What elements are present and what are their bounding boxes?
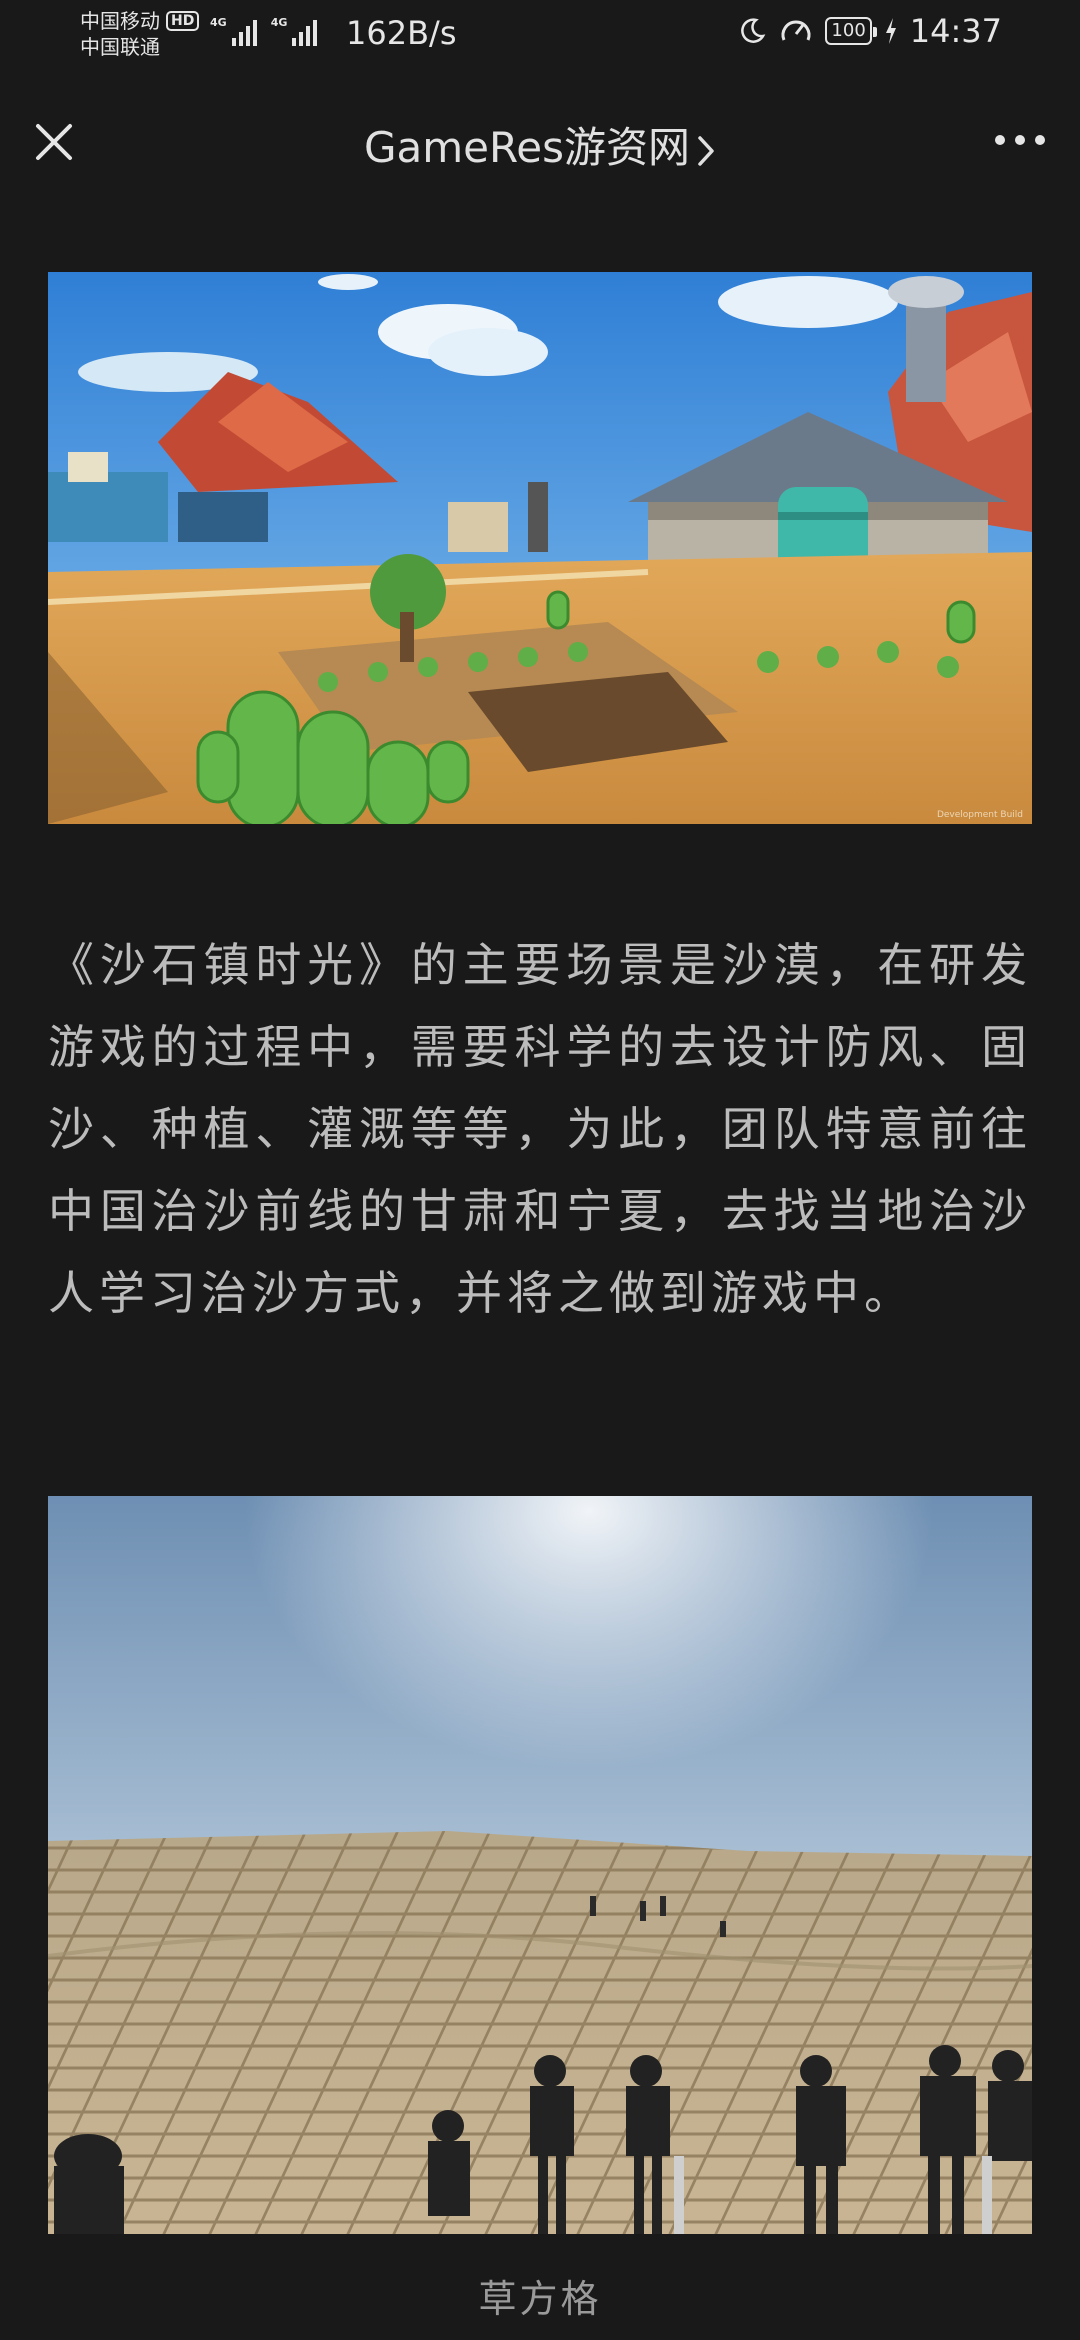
- battery-icon: 100: [825, 17, 878, 45]
- carrier-2-label: 中国联通: [80, 35, 160, 59]
- more-button[interactable]: [990, 122, 1050, 158]
- desert-farm-illustration: Development Build: [48, 272, 1032, 824]
- signal-1-icon: 4G: [210, 16, 257, 46]
- title-bar: GameRes游资网: [0, 100, 1080, 180]
- carrier-info: 中国移动 HD 中国联通: [80, 8, 200, 60]
- network-2-label: 4G: [270, 16, 288, 29]
- speedometer-icon: [781, 20, 811, 41]
- straw-grid-desert-photo: [48, 1496, 1032, 2234]
- charging-icon: [885, 18, 896, 44]
- signal-indicators: 4G 4G: [210, 16, 318, 46]
- article-paragraph: 《沙石镇时光》的主要场景是沙漠，在研发游戏的过程中，需要科学的去设计防风、固沙、…: [48, 938, 1032, 1320]
- carrier-1-label: 中国移动: [80, 9, 160, 33]
- account-title-link[interactable]: GameRes游资网: [0, 114, 1080, 175]
- moon-icon: [741, 18, 766, 43]
- signal-2-icon: 4G: [271, 16, 318, 46]
- page-title: GameRes游资网: [363, 123, 691, 172]
- net-speed: 162B/s: [346, 14, 457, 52]
- desert-photo-image[interactable]: [48, 1496, 1032, 2234]
- hd-badge: HD: [166, 11, 200, 31]
- clock: 14:37: [909, 12, 1002, 50]
- game-screenshot-image[interactable]: Development Build: [48, 272, 1032, 824]
- chevron-right-icon: [698, 135, 714, 166]
- image-caption: 草方格: [478, 2277, 602, 2321]
- status-bar: 中国移动 HD 中国联通 4G 4G 162B/s 100 14:37: [0, 0, 1080, 72]
- network-1-label: 4G: [210, 16, 227, 29]
- status-right: 100 14:37: [737, 12, 1002, 50]
- image-watermark: Development Build: [937, 810, 1023, 820]
- more-dots-icon: [995, 135, 1045, 145]
